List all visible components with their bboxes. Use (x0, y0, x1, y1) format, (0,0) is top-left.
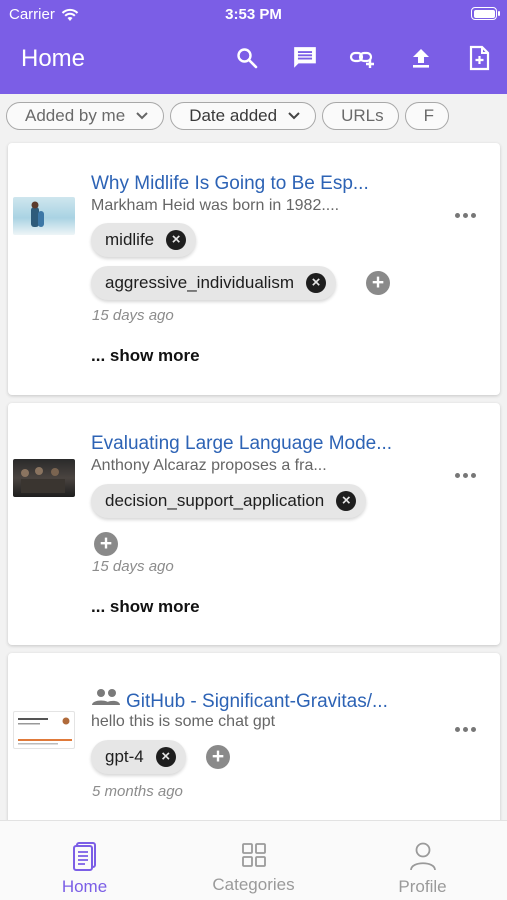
filter-label: Added by me (25, 106, 126, 125)
thumbnail-image (13, 459, 75, 497)
card-title[interactable]: Why Midlife Is Going to Be Esp... (91, 173, 421, 195)
nav-label: Profile (398, 877, 447, 896)
thumbnail-image (13, 711, 75, 749)
nav-label: Home (61, 877, 108, 896)
tag-label: midlife (105, 230, 155, 249)
filter-label: Date added (189, 106, 278, 125)
nav-label: Categories (212, 875, 295, 894)
card-date: 15 days ago (92, 558, 174, 575)
nav-categories[interactable]: Categories (169, 821, 338, 900)
grid-icon (241, 843, 266, 867)
tag-chip[interactable]: decision_support_application × (91, 484, 367, 518)
battery-icon (471, 7, 500, 20)
remove-tag-icon[interactable]: × (336, 491, 357, 511)
bottom-nav: Home Categories Profile (0, 820, 507, 900)
tag-chip[interactable]: gpt-4 × (91, 740, 186, 774)
add-tag-icon[interactable]: + (366, 271, 390, 295)
thumbnail-image (13, 197, 75, 235)
more-options-icon[interactable] (452, 725, 478, 733)
add-tag-icon[interactable]: + (206, 745, 230, 769)
nav-home[interactable]: Home (0, 821, 169, 900)
filter-f[interactable]: F (404, 102, 449, 130)
card-date: 15 days ago (92, 307, 174, 324)
add-link-icon[interactable] (349, 44, 377, 72)
content-card[interactable]: Why Midlife Is Going to Be Esp... Markha… (8, 143, 500, 395)
tag-label: decision_support_application (105, 491, 325, 510)
filter-bar: Added by me Date added URLs F (0, 102, 507, 132)
card-subtitle: Markham Heid was born in 1982.... (91, 197, 340, 214)
tag-label: aggressive_individualism (105, 273, 294, 292)
page-title: Home (21, 45, 86, 72)
search-icon[interactable] (233, 44, 261, 72)
filter-urls[interactable]: URLs (322, 102, 399, 130)
content-card[interactable]: GitHub - Significant-Gravitas/... hello … (8, 653, 500, 833)
add-tag-icon[interactable]: + (94, 532, 118, 556)
content-card[interactable]: Evaluating Large Language Mode... Anthon… (8, 403, 500, 645)
upload-icon[interactable] (407, 44, 435, 72)
remove-tag-icon[interactable]: × (155, 747, 176, 767)
app-bar-actions (233, 44, 493, 72)
status-bar: Carrier 3:53 PM (0, 0, 507, 28)
more-options-icon[interactable] (452, 471, 478, 479)
card-subtitle: Anthony Alcaraz proposes a fra... (91, 457, 327, 474)
screen: Carrier 3:53 PM Home Added by me Date ad… (0, 0, 507, 900)
filter-date-added[interactable]: Date added (170, 102, 317, 130)
more-options-icon[interactable] (452, 211, 478, 219)
card-title[interactable]: Evaluating Large Language Mode... (91, 433, 421, 455)
remove-tag-icon[interactable]: × (305, 273, 326, 293)
card-title[interactable]: GitHub - Significant-Gravitas/... (126, 691, 426, 713)
group-icon (92, 689, 120, 705)
filter-label: F (423, 106, 434, 125)
tag-chip[interactable]: midlife × (91, 223, 197, 257)
document-icon (72, 842, 96, 871)
card-date: 5 months ago (92, 783, 183, 800)
chevron-down-icon (288, 112, 300, 120)
status-time: 3:53 PM (225, 6, 282, 23)
filter-added-by-me[interactable]: Added by me (6, 102, 165, 130)
show-more-link[interactable]: ... show more (91, 346, 200, 366)
remove-tag-icon[interactable]: × (166, 230, 187, 250)
tag-chip[interactable]: aggressive_individualism × (91, 266, 336, 300)
chevron-down-icon (136, 112, 148, 120)
filter-label: URLs (341, 106, 384, 125)
nav-profile[interactable]: Profile (338, 821, 507, 900)
person-icon (409, 842, 436, 871)
new-document-icon[interactable] (465, 44, 493, 72)
show-more-link[interactable]: ... show more (91, 597, 200, 617)
tag-label: gpt-4 (105, 747, 144, 766)
app-bar: Carrier 3:53 PM Home (0, 0, 507, 94)
message-icon[interactable] (291, 44, 319, 72)
card-subtitle: hello this is some chat gpt (91, 713, 276, 730)
